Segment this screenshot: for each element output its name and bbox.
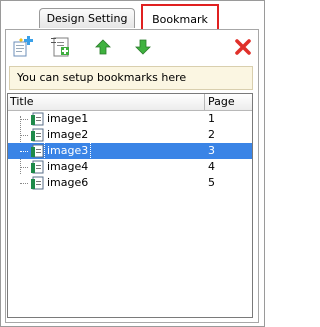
bookmark-page: 5 xyxy=(208,176,215,189)
add-sub-bookmark-icon xyxy=(51,37,69,57)
bookmark-title: image3 xyxy=(43,142,92,160)
delete-button[interactable] xyxy=(230,36,256,58)
table-row-selected[interactable]: image3 3 xyxy=(8,142,252,160)
add-sub-bookmark-button[interactable] xyxy=(48,36,74,58)
bookmark-icon xyxy=(31,160,44,174)
move-up-button[interactable] xyxy=(90,36,116,58)
add-bookmark-icon xyxy=(13,36,33,57)
hint-text: You can setup bookmarks here xyxy=(9,66,253,90)
bookmark-table[interactable]: Title Page image1 1 image2 2 image3 3 im… xyxy=(7,93,253,318)
bookmark-title: image1 xyxy=(47,112,89,125)
column-header-page[interactable]: Page xyxy=(208,94,252,110)
bookmark-icon xyxy=(31,144,44,158)
bookmark-page: 3 xyxy=(208,144,215,157)
table-row[interactable]: image4 4 xyxy=(8,159,252,175)
arrow-down-icon xyxy=(135,39,151,55)
bookmark-page: 2 xyxy=(208,128,215,141)
bookmark-page: 4 xyxy=(208,160,215,173)
bookmark-page: 1 xyxy=(208,112,215,125)
delete-icon xyxy=(235,39,251,55)
move-down-button[interactable] xyxy=(130,36,156,58)
table-row[interactable]: image6 5 xyxy=(8,175,252,191)
arrow-up-icon xyxy=(95,39,111,55)
bookmark-title: image4 xyxy=(47,160,89,173)
table-row[interactable]: image1 1 xyxy=(8,111,252,127)
bookmark-icon xyxy=(31,128,44,142)
bookmark-icon xyxy=(31,176,44,190)
table-header: Title Page xyxy=(8,94,252,111)
tab-design-setting[interactable]: Design Setting xyxy=(39,8,135,28)
column-header-title[interactable]: Title xyxy=(10,94,205,110)
table-row[interactable]: image2 2 xyxy=(8,127,252,143)
add-bookmark-button[interactable] xyxy=(10,36,36,58)
bookmark-title: image2 xyxy=(47,128,89,141)
bookmark-icon xyxy=(31,112,44,126)
bookmark-title: image6 xyxy=(47,176,89,189)
